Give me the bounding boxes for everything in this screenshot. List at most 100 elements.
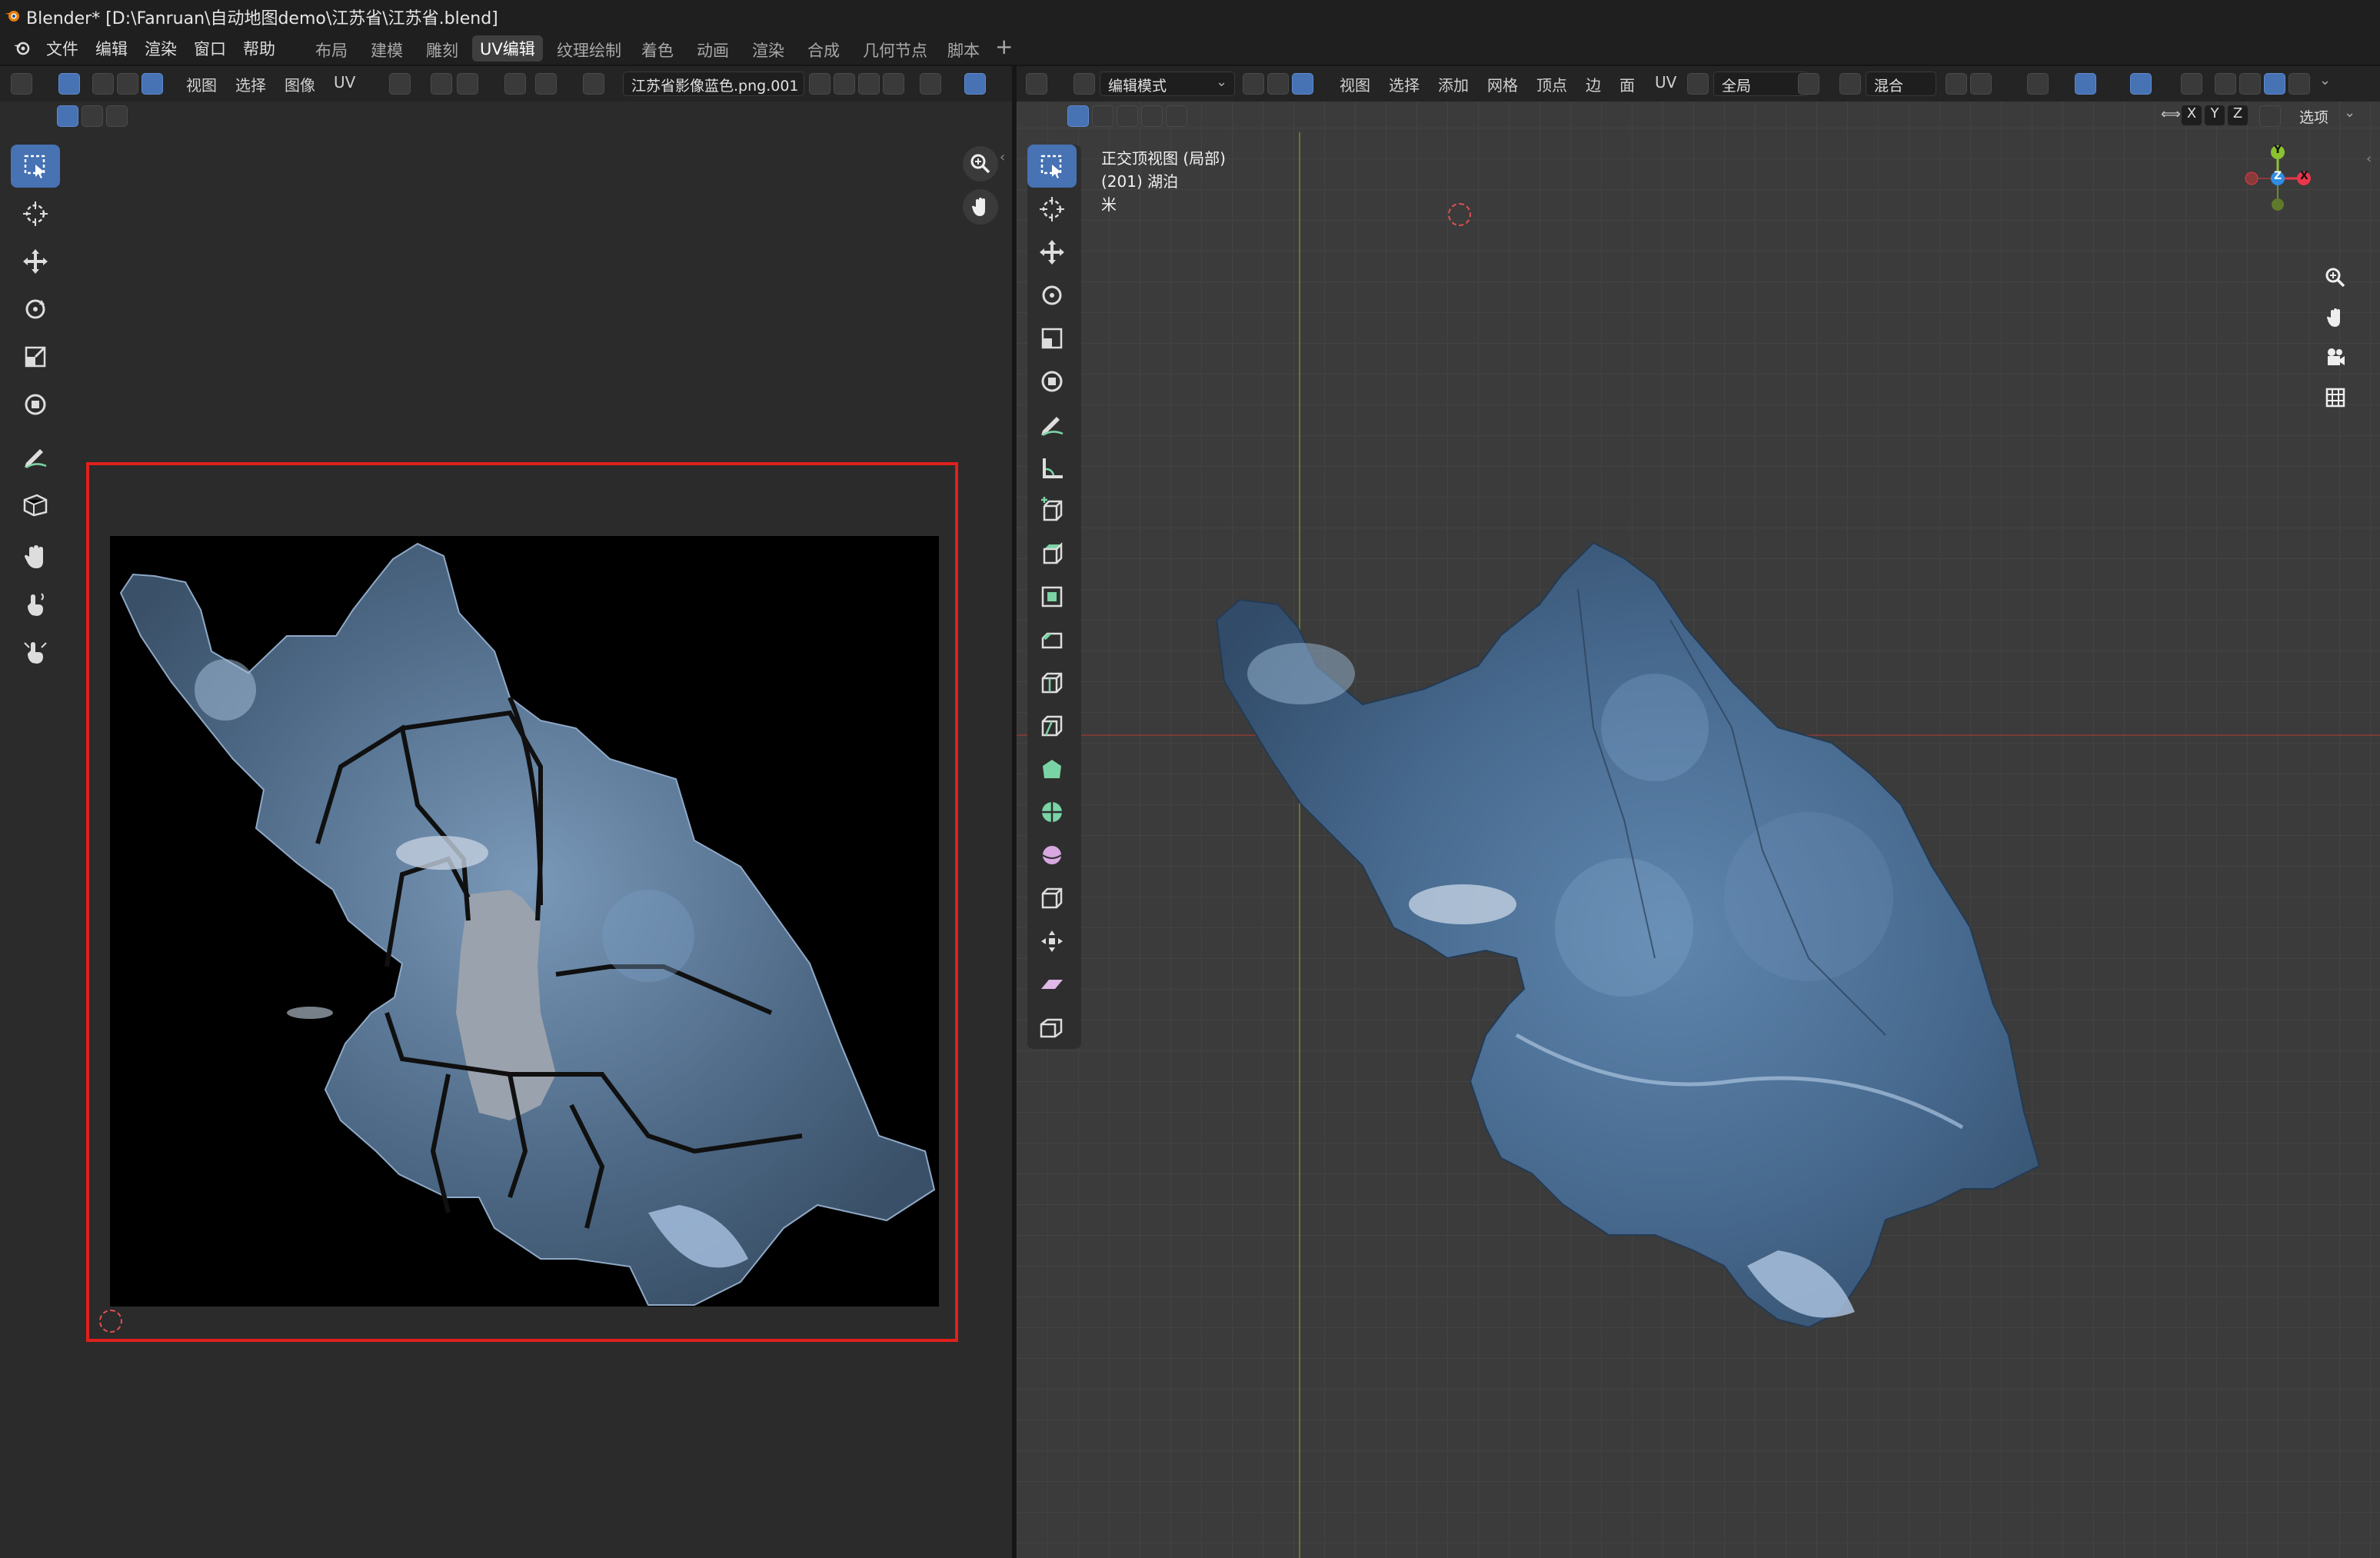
auto-merge-icon[interactable]	[2259, 105, 2281, 127]
tab-rendering[interactable]: 渲染	[752, 38, 784, 62]
gizmo-toggle-icon[interactable]	[964, 73, 986, 95]
sidebar-toggle-icon[interactable]: ‹	[1000, 149, 1005, 165]
snap-icon[interactable]	[431, 73, 452, 95]
vp-menu-view[interactable]: 视图	[1340, 73, 1370, 95]
mode-dropdown[interactable]: 编辑模式 ⌄	[1100, 72, 1235, 96]
uv-editor-panel[interactable]: 视图 选择 图像 UV 江苏省影像蓝色.png.001 ‹	[0, 66, 1012, 1558]
rip-region-icon[interactable]	[1027, 1006, 1077, 1049]
falloff-icon[interactable]	[1970, 73, 1992, 95]
snap-mode-dropdown[interactable]: 混合	[1866, 72, 1936, 96]
pivot-icon[interactable]	[1798, 73, 1819, 95]
annotate-icon[interactable]	[1027, 403, 1077, 446]
snap-target-icon[interactable]	[457, 73, 478, 95]
scale-icon[interactable]	[11, 335, 60, 378]
tab-animation[interactable]: 动画	[697, 38, 729, 62]
menu-render[interactable]: 渲染	[145, 37, 177, 60]
zoom-icon[interactable]	[963, 146, 998, 181]
select-mode-new-icon[interactable]	[1067, 105, 1089, 127]
uv-2d-cursor-icon[interactable]	[99, 1310, 122, 1333]
scale-icon[interactable]	[1027, 317, 1077, 360]
grid-icon[interactable]	[2318, 380, 2353, 415]
vertex-select-icon[interactable]	[92, 73, 114, 95]
tab-layout[interactable]: 布局	[315, 38, 348, 62]
uv-menu-view[interactable]: 视图	[186, 73, 217, 95]
tab-scripting[interactable]: 脚本	[947, 38, 980, 62]
select-mode-new-icon[interactable]	[57, 105, 78, 127]
select-box-icon[interactable]	[11, 145, 60, 188]
cursor-icon[interactable]	[1027, 188, 1077, 231]
camera-icon[interactable]	[2318, 340, 2353, 375]
gizmo-toggle-icon[interactable]	[2075, 73, 2096, 95]
shear-icon[interactable]	[1027, 963, 1077, 1006]
pin-icon[interactable]	[920, 73, 941, 95]
add-cube-icon[interactable]	[1027, 489, 1077, 532]
grab-icon[interactable]	[11, 535, 60, 578]
select-mode-extend-icon[interactable]	[82, 105, 103, 127]
fake-user-icon[interactable]	[809, 73, 831, 95]
vp-menu-uv[interactable]: UV	[1655, 73, 1676, 92]
select-mode-subtract-icon[interactable]	[106, 105, 128, 127]
3d-viewport-panel[interactable]: 编辑模式 ⌄ 视图 选择 添加 网格 顶点 边 面 UV 全局 混合 ⌄ ⟺ X…	[1017, 66, 2380, 1558]
3d-cursor-icon[interactable]	[1448, 203, 1471, 226]
vertex-select-icon[interactable]	[1243, 73, 1264, 95]
solid-shading-icon[interactable]	[2239, 73, 2261, 95]
proportional-icon[interactable]	[1946, 73, 1967, 95]
plus-icon[interactable]: +	[995, 34, 1013, 59]
open-image-icon[interactable]	[858, 73, 880, 95]
duplicate-image-icon[interactable]	[834, 73, 855, 95]
vp-menu-vertex[interactable]: 顶点	[1536, 73, 1567, 95]
close-icon[interactable]	[883, 73, 904, 95]
uv-menu-uv[interactable]: UV	[334, 73, 355, 92]
shrink-icon[interactable]	[1027, 920, 1077, 963]
chevron-down-icon[interactable]: ⌄	[2344, 105, 2355, 121]
blender-menu-icon[interactable]	[11, 38, 32, 57]
menu-help[interactable]: 帮助	[243, 37, 275, 60]
select-box-icon[interactable]	[1027, 145, 1077, 188]
move-icon[interactable]	[1027, 231, 1077, 274]
overlay-toggle-icon[interactable]	[2130, 73, 2152, 95]
face-select-icon[interactable]	[1292, 73, 1313, 95]
tab-modeling[interactable]: 建模	[371, 38, 403, 62]
vp-menu-edge[interactable]: 边	[1586, 73, 1601, 95]
options-dropdown[interactable]: 选项	[2299, 106, 2328, 127]
material-shading-icon[interactable]	[2264, 73, 2285, 95]
snap-icon[interactable]	[1839, 73, 1861, 95]
vp-menu-add[interactable]: 添加	[1438, 73, 1469, 95]
chevron-down-icon[interactable]: ⌄	[2319, 72, 2331, 88]
edge-select-icon[interactable]	[117, 73, 138, 95]
image-name-field[interactable]: 江苏省影像蓝色.png.001	[623, 72, 804, 96]
rotate-icon[interactable]	[11, 288, 60, 331]
move-icon[interactable]	[11, 240, 60, 283]
edge-select-icon[interactable]	[1267, 73, 1289, 95]
tab-sculpting[interactable]: 雕刻	[426, 38, 458, 62]
spin-icon[interactable]	[1027, 791, 1077, 834]
transform-icon[interactable]	[11, 383, 60, 426]
smooth-icon[interactable]	[1027, 834, 1077, 877]
knife-icon[interactable]	[1027, 704, 1077, 747]
vp-menu-mesh[interactable]: 网格	[1487, 73, 1518, 95]
extrude-icon[interactable]	[1027, 532, 1077, 575]
uv-menu-select[interactable]: 选择	[235, 73, 266, 95]
sidebar-toggle-icon[interactable]: ‹	[2366, 151, 2372, 167]
loop-cut-icon[interactable]	[1027, 661, 1077, 704]
cursor-icon[interactable]	[11, 192, 60, 235]
face-select-icon[interactable]	[141, 73, 163, 95]
pinch-icon[interactable]	[11, 631, 60, 674]
visibility-icon[interactable]	[2027, 73, 2049, 95]
tab-shading[interactable]: 着色	[641, 38, 674, 62]
hand-icon[interactable]	[963, 189, 998, 225]
jiangsu-mesh[interactable]	[1193, 497, 2116, 1343]
axis-y-toggle[interactable]: Y	[2204, 105, 2225, 126]
falloff-icon[interactable]	[535, 73, 557, 95]
zoom-icon[interactable]	[2318, 260, 2353, 295]
xray-icon[interactable]	[2181, 73, 2202, 95]
annotate-icon[interactable]	[11, 435, 60, 478]
editor-type-icon[interactable]	[1026, 73, 1047, 95]
vp-menu-face[interactable]: 面	[1619, 73, 1635, 95]
axis-z-toggle[interactable]: Z	[2227, 105, 2249, 126]
bevel-icon[interactable]	[1027, 618, 1077, 661]
tab-texture-paint[interactable]: 纹理绘制	[557, 38, 621, 62]
image-browse-icon[interactable]	[583, 73, 604, 95]
orientation-icon[interactable]	[1687, 73, 1709, 95]
vp-menu-select[interactable]: 选择	[1389, 73, 1420, 95]
